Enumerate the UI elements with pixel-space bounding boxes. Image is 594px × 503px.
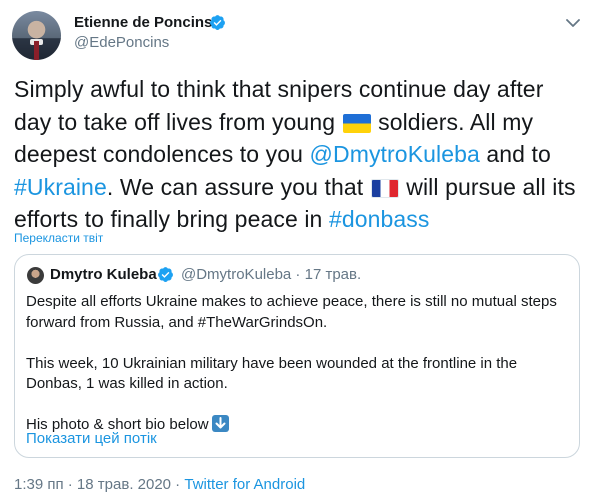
chevron-down-icon[interactable]: [566, 18, 580, 28]
author-handle[interactable]: @EdePoncins: [74, 34, 169, 51]
quoted-paragraph: Despite all efforts Ukraine makes to ach…: [26, 293, 557, 331]
flag-ukraine-icon: [342, 113, 371, 133]
mention-link[interactable]: @DmytroKuleba: [310, 141, 480, 167]
show-thread-link[interactable]: Показати цей потік: [26, 430, 157, 447]
verified-badge-icon: [210, 15, 225, 30]
tweet-source-link[interactable]: Twitter for Android: [184, 476, 305, 493]
quoted-paragraph: This week, 10 Ukrainian military have be…: [26, 354, 518, 393]
quoted-avatar[interactable]: [27, 267, 44, 284]
quoted-text: Despite all efforts Ukraine makes to ach…: [26, 292, 571, 436]
verified-badge-icon: [158, 267, 173, 282]
hashtag-ukraine-link[interactable]: #Ukraine: [14, 174, 107, 200]
translate-tweet-link[interactable]: Перекласти твіт: [14, 231, 103, 245]
tweet-meta: 1:39 пп · 18 трав. 2020 · Twitter for An…: [14, 476, 305, 493]
quoted-handle-date[interactable]: @DmytroKuleba · 17 трав.: [181, 266, 361, 283]
hashtag-donbass-link[interactable]: #donbass: [329, 206, 430, 232]
tweet: Etienne de Poncins @EdePoncins Simply aw…: [0, 0, 594, 503]
author-avatar[interactable]: [12, 11, 61, 60]
tweet-timestamp[interactable]: 1:39 пп · 18 трав. 2020 ·: [14, 476, 184, 493]
flag-france-icon: [370, 178, 399, 198]
tweet-text: Simply awful to think that snipers conti…: [14, 73, 584, 236]
avatar-tie: [34, 41, 39, 60]
tweet-text-part: . We can assure you that: [106, 173, 370, 200]
tweet-text-part: and to: [479, 141, 551, 167]
quoted-author-name[interactable]: Dmytro Kuleba: [50, 266, 157, 283]
quoted-tweet[interactable]: Dmytro Kuleba @DmytroKuleba · 17 трав. D…: [14, 254, 580, 458]
arrow-down-icon: [211, 415, 229, 432]
author-name[interactable]: Etienne de Poncins: [74, 14, 212, 31]
